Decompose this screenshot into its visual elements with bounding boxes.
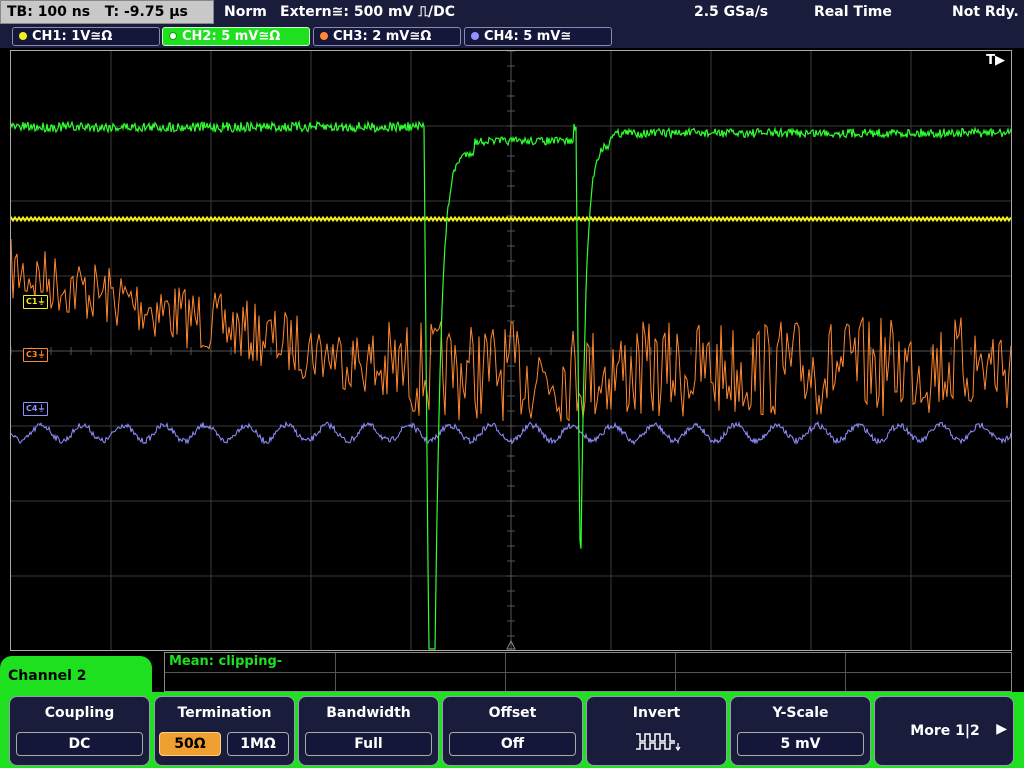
channel-tabs: CH1: 1V≅Ω CH2: 5 mV≅Ω CH3: 2 mV≅Ω CH4: 5… — [0, 26, 1024, 48]
measurement-box: Mean: clipping- — [164, 652, 1012, 692]
trigger-mode[interactable]: Norm — [224, 0, 267, 24]
inverted-square-wave-icon — [636, 733, 681, 751]
sample-rate: 2.5 GSa/s — [694, 4, 769, 20]
channel-2-color-dot — [169, 32, 177, 40]
channel-4-color-dot — [471, 32, 479, 40]
channel-tab-2[interactable]: CH2: 5 mV≅Ω — [162, 27, 310, 46]
waveform-canvas — [11, 51, 1011, 650]
termination-50ohm-option[interactable]: 50Ω — [159, 732, 221, 756]
status-bar: TB: 100 ns T: -9.75 µs Norm Extern≅: 500… — [0, 0, 1024, 26]
more-softkey[interactable]: More 1|2 ▶ — [874, 696, 1014, 766]
more-label: More 1|2 — [910, 723, 980, 739]
ready-status: Not Rdy. — [952, 4, 1019, 20]
yscale-title: Y-Scale — [772, 705, 829, 721]
bandwidth-softkey[interactable]: Bandwidth Full — [298, 696, 439, 766]
channel-tab-4[interactable]: CH4: 5 mV≅ — [464, 27, 612, 46]
measurement-gridline — [505, 653, 506, 691]
channel-3-ground-marker[interactable]: C3⏚ — [23, 348, 49, 362]
trigger-time-label: T: -9.75 µs — [104, 4, 188, 20]
channel-3-color-dot — [320, 32, 328, 40]
channel-2-label: CH2: 5 mV≅Ω — [182, 29, 281, 44]
channel-3-label: CH3: 2 mV≅Ω — [333, 29, 432, 44]
channel-tab-3[interactable]: CH3: 2 mV≅Ω — [313, 27, 461, 46]
measurement-divider — [165, 672, 1011, 673]
coupling-title: Coupling — [44, 705, 115, 721]
channel-4-label: CH4: 5 mV≅ — [484, 29, 572, 44]
trigger-marker[interactable]: T▶ — [986, 53, 1005, 68]
termination-1mohm-option[interactable]: 1MΩ — [227, 732, 289, 756]
coupling-value[interactable]: DC — [16, 732, 143, 756]
invert-softkey[interactable]: Invert — [586, 696, 727, 766]
termination-softkey[interactable]: Termination 50Ω 1MΩ — [154, 696, 295, 766]
coupling-softkey[interactable]: Coupling DC — [9, 696, 150, 766]
trigger-source[interactable]: Extern≅: 500 mV ⎍/DC — [280, 0, 455, 24]
yscale-softkey[interactable]: Y-Scale 5 mV — [730, 696, 871, 766]
mean-measurement: Mean: clipping- — [169, 654, 283, 669]
measurement-gridline — [845, 653, 846, 691]
acquisition-mode: Real Time — [814, 4, 892, 20]
timebase-label: TB: 100 ns — [7, 4, 91, 20]
channel-menu-title: Channel 2 — [8, 668, 87, 684]
measurement-gridline — [675, 653, 676, 691]
invert-title: Invert — [632, 705, 681, 721]
channel-1-label: CH1: 1V≅Ω — [32, 29, 113, 44]
timebase-box[interactable]: TB: 100 ns T: -9.75 µs — [0, 0, 214, 24]
bandwidth-title: Bandwidth — [326, 705, 411, 721]
channel-1-color-dot — [19, 32, 27, 40]
channel-1-ground-marker[interactable]: C1⏚ — [23, 295, 49, 309]
channel-tab-1[interactable]: CH1: 1V≅Ω — [12, 27, 160, 46]
offset-value[interactable]: Off — [449, 732, 576, 756]
termination-title: Termination — [177, 705, 272, 721]
offset-title: Offset — [488, 705, 537, 721]
measurement-gridline — [335, 653, 336, 691]
right-arrow-icon: ▶ — [996, 721, 1007, 737]
offset-softkey[interactable]: Offset Off — [442, 696, 583, 766]
bandwidth-value[interactable]: Full — [305, 732, 432, 756]
waveform-display[interactable]: C1⏚ C3⏚ C4⏚ T▶ — [10, 50, 1012, 651]
yscale-value[interactable]: 5 mV — [737, 732, 864, 756]
channel-4-ground-marker[interactable]: C4⏚ — [23, 402, 49, 416]
